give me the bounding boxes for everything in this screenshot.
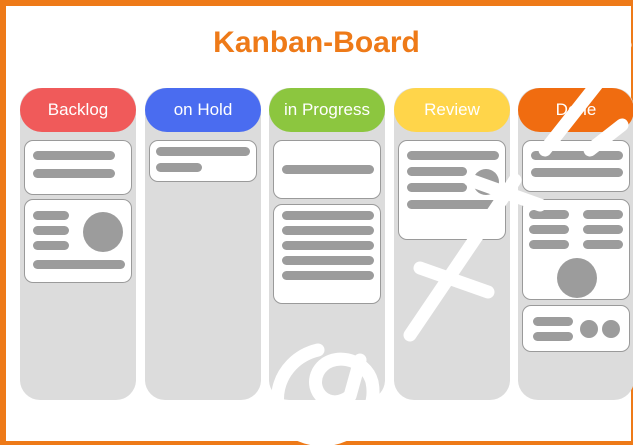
card-line	[156, 163, 202, 172]
board-title: Kanban-Board	[213, 26, 420, 59]
card-line	[583, 225, 623, 234]
card-line	[407, 200, 499, 209]
card-line	[407, 183, 467, 192]
card-line	[282, 165, 374, 174]
avatar-placeholder	[557, 258, 597, 298]
card[interactable]	[522, 305, 630, 352]
card-line	[282, 226, 374, 235]
card-line	[33, 211, 69, 220]
card[interactable]	[522, 140, 630, 192]
card[interactable]	[273, 204, 381, 304]
card-line	[531, 168, 623, 177]
card-line	[33, 226, 69, 235]
card-line	[33, 169, 115, 178]
card-line	[583, 240, 623, 249]
card-line	[407, 167, 467, 176]
card-line	[529, 240, 569, 249]
column-done: Done	[518, 88, 633, 400]
card-line	[282, 241, 374, 250]
column-on-hold: on Hold	[145, 88, 261, 400]
column-review: Review	[394, 88, 510, 400]
card-line	[529, 210, 569, 219]
column-in-progress: in Progress	[269, 88, 385, 400]
card[interactable]	[149, 140, 257, 182]
card-line	[282, 211, 374, 220]
card-line	[282, 256, 374, 265]
card-line	[33, 241, 69, 250]
column-backlog: Backlog	[20, 88, 136, 400]
card-line	[533, 317, 573, 326]
avatar-placeholder	[83, 212, 123, 252]
card-line	[533, 332, 573, 341]
card-line	[33, 151, 115, 160]
card-line	[156, 147, 250, 156]
column-header-in-progress[interactable]: in Progress	[269, 88, 385, 132]
column-header-backlog[interactable]: Backlog	[20, 88, 136, 132]
card-line	[531, 151, 623, 160]
avatar-placeholder	[473, 169, 499, 195]
card-line	[407, 151, 499, 160]
card[interactable]	[24, 140, 132, 195]
column-header-review[interactable]: Review	[394, 88, 510, 132]
card-line	[529, 225, 569, 234]
avatar-placeholder	[580, 320, 598, 338]
card[interactable]	[522, 199, 630, 300]
card[interactable]	[273, 140, 381, 199]
column-header-done[interactable]: Done	[518, 88, 633, 132]
card-line	[282, 271, 374, 280]
avatar-placeholder	[602, 320, 620, 338]
card[interactable]	[24, 199, 132, 283]
card-line	[33, 260, 125, 269]
card-line	[583, 210, 623, 219]
column-header-on-hold[interactable]: on Hold	[145, 88, 261, 132]
card[interactable]	[398, 140, 506, 240]
